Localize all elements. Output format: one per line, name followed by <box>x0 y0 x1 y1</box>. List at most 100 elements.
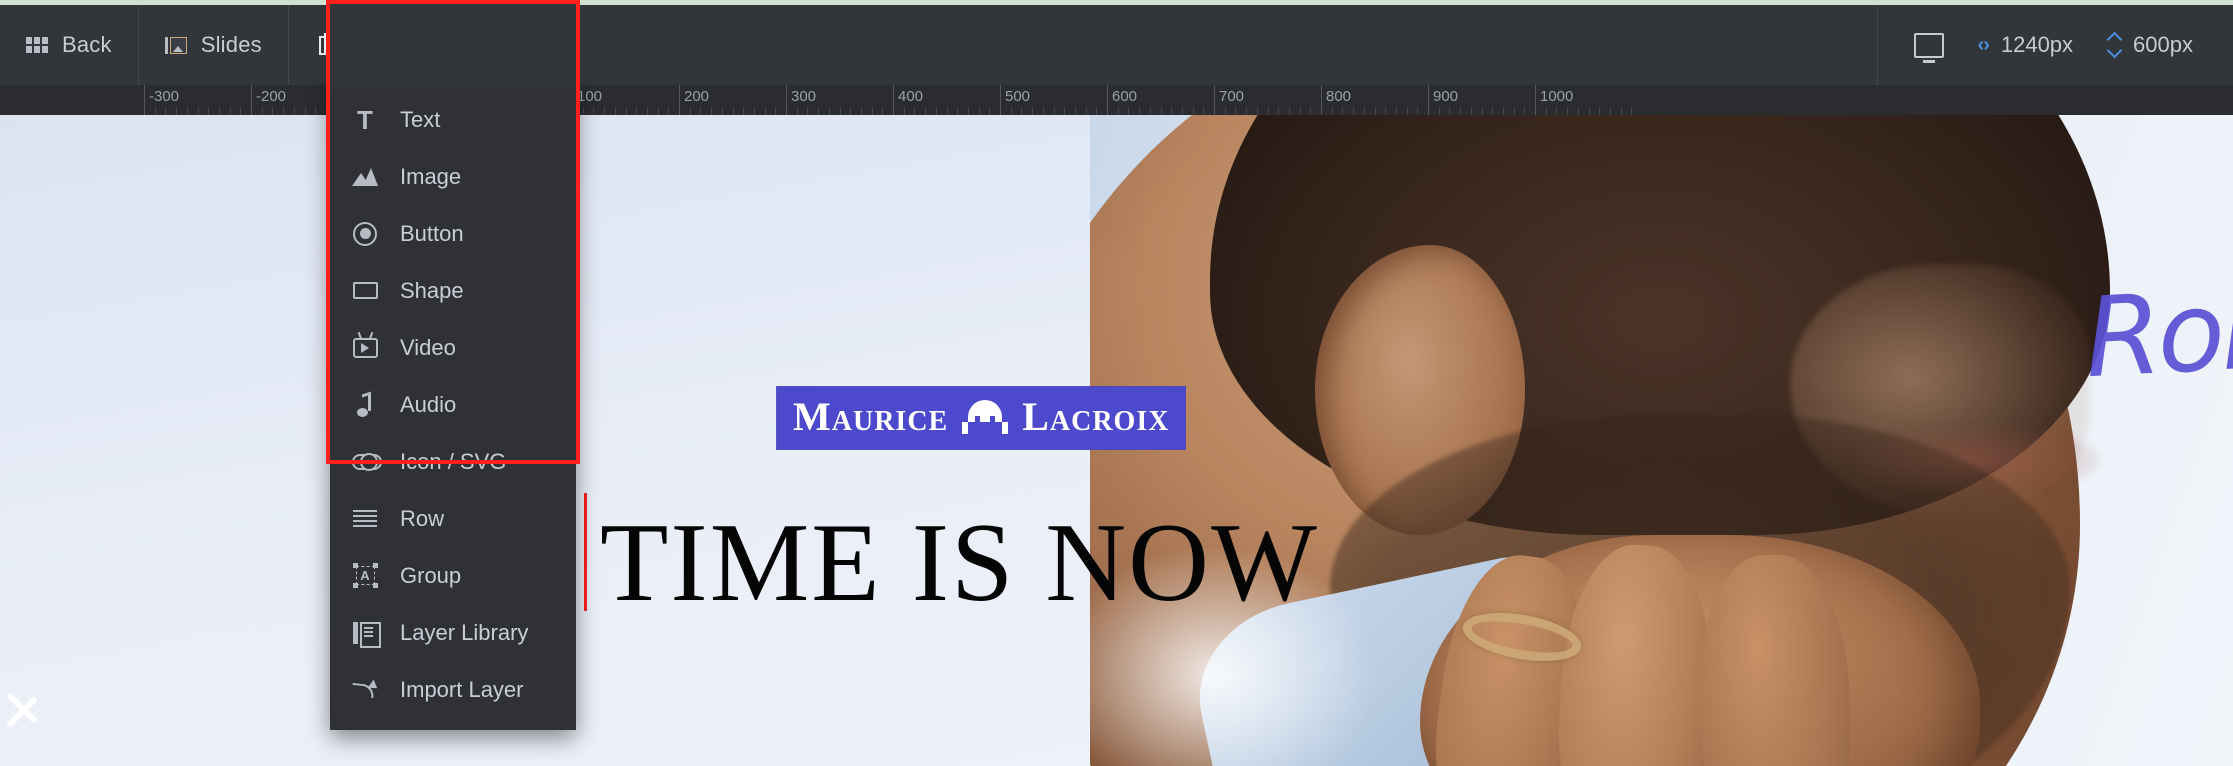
ruler-label: 200 <box>684 88 710 105</box>
ruler-tick-minor <box>1363 107 1365 115</box>
ruler-tick-minor <box>176 107 178 115</box>
ruler-tick-minor <box>1374 107 1376 115</box>
ruler-tick-minor <box>1588 107 1590 115</box>
ruler-label: -200 <box>256 88 287 105</box>
canvas-width-value: 1240px <box>2000 32 2074 57</box>
ruler-tick-minor <box>957 107 959 115</box>
ruler-tick-minor <box>1235 107 1237 115</box>
ruler-tick-minor <box>753 107 755 115</box>
ruler-tick-minor <box>1171 107 1173 115</box>
ruler-tick-minor <box>272 107 274 115</box>
ruler-tick-minor <box>1192 107 1194 115</box>
logo-word-lacroix: Lacroix <box>1022 394 1170 439</box>
ruler-label: -300 <box>149 88 180 105</box>
back-button[interactable]: Back <box>0 5 138 85</box>
logo-mark-icon <box>962 399 1009 434</box>
ruler-tick-minor <box>593 107 595 115</box>
ruler-label: 600 <box>1112 88 1138 105</box>
ruler-tick-minor <box>818 107 820 115</box>
ruler-tick-minor <box>882 107 884 115</box>
ruler-tick-minor <box>721 107 723 115</box>
ruler-tick-minor <box>240 107 242 115</box>
ruler-tick-minor <box>1256 107 1258 115</box>
ruler-tick-minor <box>604 107 606 115</box>
add-layer-menu-item-import-layer[interactable]: Import Layer <box>330 661 576 718</box>
selection-edge-marker <box>584 493 587 611</box>
ruler-tick-minor <box>1438 107 1440 115</box>
ruler-tick-minor <box>903 107 905 115</box>
ruler-tick-minor <box>197 107 199 115</box>
ruler-tick-minor <box>1342 107 1344 115</box>
ruler-tick-minor <box>1096 107 1098 115</box>
logo-layer[interactable]: Maurice Lacroix <box>777 387 1186 449</box>
ruler-tick-minor <box>208 107 210 115</box>
ruler-tick-minor <box>293 107 295 115</box>
ruler-tick-minor <box>1085 107 1087 115</box>
ruler-tick-minor <box>700 107 702 115</box>
ruler-tick-minor <box>304 107 306 115</box>
layer-library-icon <box>352 620 381 648</box>
add-layer-menu-item-group[interactable]: A Group <box>330 547 576 604</box>
ruler-tick-minor <box>1139 107 1141 115</box>
ruler-tick-minor <box>218 107 220 115</box>
add-layer-menu-highlight <box>326 0 580 464</box>
canvas-width-control[interactable]: ‹› 1240px <box>1978 32 2074 58</box>
desktop-device-icon[interactable] <box>1913 32 1944 58</box>
import-layer-icon <box>352 677 378 703</box>
ruler-label: 900 <box>1433 88 1459 105</box>
ruler-tick-minor <box>636 107 638 115</box>
add-layer-menu-item-label: Import Layer <box>400 676 524 702</box>
ruler-tick-minor <box>1395 107 1397 115</box>
back-label: Back <box>62 32 112 57</box>
group-icon: A <box>352 563 378 589</box>
handwriting-text[interactable]: Rol <box>2081 266 2233 402</box>
ruler-tick-minor <box>1502 107 1504 115</box>
grid-icon <box>26 37 48 53</box>
ruler-tick-minor <box>1545 107 1547 115</box>
ruler-tick-minor <box>657 107 659 115</box>
ruler-tick-minor <box>1278 107 1280 115</box>
ruler-tick-minor <box>1513 107 1515 115</box>
ruler-tick-minor <box>1631 107 1633 115</box>
ruler-tick-minor <box>646 107 648 115</box>
ruler-tick-minor <box>935 107 937 115</box>
layer-editor-window: Back Slides Add Layer ‹› 1240px <box>0 0 2233 766</box>
ruler-tick-minor <box>860 107 862 115</box>
ruler-tick-minor <box>1267 107 1269 115</box>
ruler-tick-minor <box>1609 107 1611 115</box>
ruler-tick-minor <box>186 107 188 115</box>
canvas-height-control[interactable]: 600px <box>2107 32 2193 58</box>
ruler-tick-minor <box>1074 107 1076 115</box>
ruler-tick-minor <box>1032 107 1034 115</box>
slides-button[interactable]: Slides <box>139 5 288 85</box>
chevron-left-icon[interactable] <box>2 675 44 739</box>
headline-layer[interactable]: TIME IS NOW <box>600 507 1319 619</box>
ruler-tick-minor <box>165 107 167 115</box>
ruler-tick-minor <box>1417 107 1419 115</box>
ruler-tick-minor <box>1567 107 1569 115</box>
ruler-tick-minor <box>871 107 873 115</box>
add-layer-menu-item-row[interactable]: Row <box>330 490 576 547</box>
toolbar-right-group: ‹› 1240px 600px <box>1876 5 2233 85</box>
vertical-resize-icon <box>2107 32 2121 58</box>
add-layer-menu-header <box>330 4 576 89</box>
ruler-label: 300 <box>791 88 817 105</box>
ruler-tick-minor <box>689 107 691 115</box>
ruler-tick-minor <box>1481 107 1483 115</box>
ruler-tick-minor <box>839 107 841 115</box>
ruler-tick-minor <box>1053 107 1055 115</box>
ruler-label: 500 <box>1005 88 1031 105</box>
ruler-tick-minor <box>828 107 830 115</box>
ruler-label: 800 <box>1326 88 1352 105</box>
add-layer-menu-item-layer-library[interactable]: Layer Library <box>330 604 576 661</box>
ruler-tick-minor <box>1203 107 1205 115</box>
canvas-height-value: 600px <box>2133 32 2193 57</box>
background-photo <box>1090 115 2233 766</box>
ruler-label: 700 <box>1219 88 1245 105</box>
ruler-tick-minor <box>614 107 616 115</box>
ruler-tick-minor <box>743 107 745 115</box>
ruler-tick-minor <box>1010 107 1012 115</box>
ruler-tick-minor <box>1181 107 1183 115</box>
ruler-tick-minor <box>1556 107 1558 115</box>
logo-word-maurice: Maurice <box>793 394 949 439</box>
